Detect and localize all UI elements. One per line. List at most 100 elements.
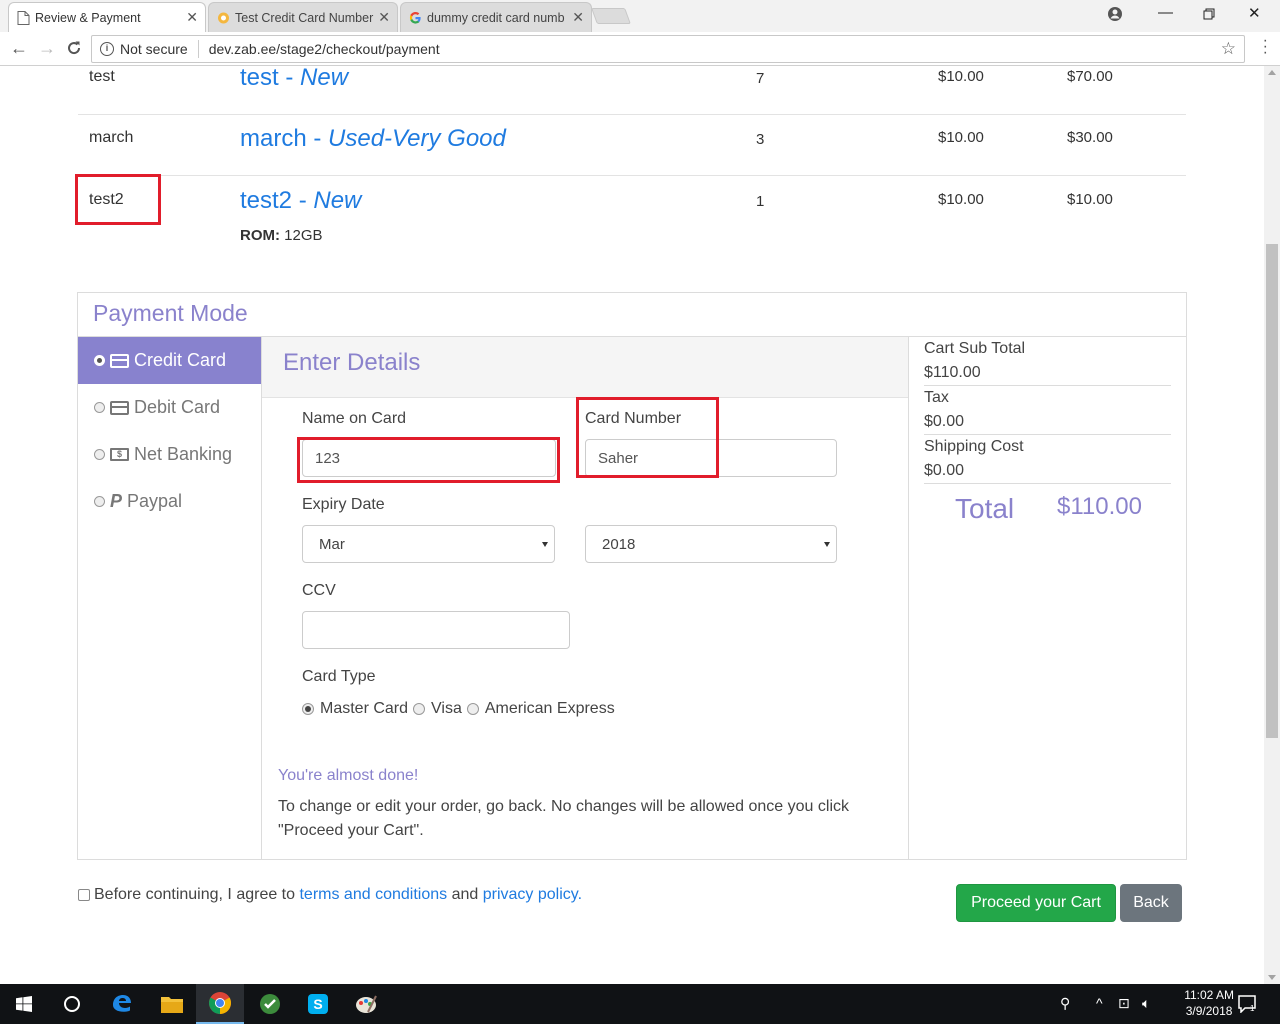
tab-google-search[interactable]: dummy credit card numb ✕ <box>400 2 592 32</box>
tax-value: $0.00 <box>924 413 965 430</box>
product-total: $70.00 <box>1067 68 1113 85</box>
expiry-month-select[interactable]: Mar <box>302 525 555 563</box>
terms-agreement: Before continuing, I agree to terms and … <box>78 886 582 904</box>
scroll-down-icon[interactable] <box>1268 975 1276 980</box>
system-clock[interactable]: 11:02 AM 3/9/2018 <box>1184 987 1234 1019</box>
expiry-year-select[interactable]: 2018 <box>585 525 837 563</box>
card-type-amex[interactable]: American Express <box>466 700 615 718</box>
product-title[interactable]: march - Used-Very Good <box>240 125 506 153</box>
card-type-master[interactable]: Master Card <box>302 700 408 718</box>
highlight-box <box>576 397 719 478</box>
payment-mode-label: Debit Card <box>134 397 221 417</box>
product-title[interactable]: test2 - New <box>240 187 361 215</box>
ccv-input[interactable] <box>302 611 570 649</box>
proceed-cart-button[interactable]: Proceed your Cart <box>956 884 1116 922</box>
highlight-box <box>75 174 161 225</box>
product-total: $10.00 <box>1067 191 1113 208</box>
address-bar[interactable]: i Not secure dev.zab.ee/stage2/checkout/… <box>91 35 1245 63</box>
subtotal-label: Cart Sub Total <box>924 340 1026 357</box>
product-qty: 7 <box>756 70 765 87</box>
radio-button[interactable] <box>466 703 479 715</box>
window-close-icon[interactable]: ✕ <box>1248 4 1261 22</box>
minimize-icon[interactable]: — <box>1158 4 1173 21</box>
url-text[interactable]: dev.zab.ee/stage2/checkout/payment <box>209 41 440 57</box>
radio-button[interactable] <box>302 703 314 715</box>
profile-icon[interactable] <box>1107 6 1123 22</box>
app-check-icon <box>260 994 280 1014</box>
skype-taskbar-item[interactable]: S <box>294 984 342 1024</box>
favicon-icon <box>218 12 229 24</box>
volume-icon[interactable]: 🔈︎ <box>1142 995 1150 1012</box>
banknote-icon: $ <box>110 448 129 461</box>
payment-panel: Payment Mode Credit Card Debit Card $ Ne… <box>77 292 1187 860</box>
radio-button[interactable] <box>94 402 105 413</box>
windows-logo-icon <box>16 996 32 1012</box>
payment-mode-net-banking[interactable]: $ Net Banking <box>78 431 261 478</box>
forward-arrow-icon[interactable]: → <box>38 38 56 59</box>
product-condition: Used-Very Good <box>328 125 506 152</box>
tax-label: Tax <box>924 389 949 406</box>
terms-link[interactable]: terms and conditions <box>299 886 447 904</box>
paint-taskbar-item[interactable] <box>342 984 390 1024</box>
radio-button[interactable] <box>94 355 105 366</box>
radio-button[interactable] <box>94 449 105 460</box>
app-taskbar-item[interactable] <box>246 984 294 1024</box>
new-tab-button[interactable] <box>591 8 631 24</box>
radio-button[interactable] <box>413 703 426 715</box>
payment-mode-debit-card[interactable]: Debit Card <box>78 384 261 431</box>
chrome-icon <box>209 992 231 1014</box>
network-icon[interactable]: ⊡ <box>1118 995 1130 1012</box>
back-button[interactable]: Back <box>1120 884 1182 922</box>
info-icon[interactable]: i <box>100 42 114 56</box>
svg-text:1: 1 <box>1250 1004 1255 1013</box>
start-button[interactable] <box>0 984 48 1024</box>
radio-button[interactable] <box>94 496 105 507</box>
card-type-label: Visa <box>431 700 462 717</box>
privacy-link[interactable]: privacy policy. <box>483 886 582 904</box>
payment-mode-credit-card[interactable]: Credit Card <box>78 337 261 384</box>
scroll-up-icon[interactable] <box>1268 70 1276 75</box>
enter-details-heading: Enter Details <box>283 349 421 376</box>
payment-mode-label: Credit Card <box>134 350 227 370</box>
page-content: test test - New 7 $10.00 $70.00 march ma… <box>0 66 1264 984</box>
card-type-options: Master Card Visa American Express <box>302 700 620 718</box>
chevron-up-icon[interactable]: ^ <box>1096 995 1103 1011</box>
shipping-row: Shipping Cost $0.00 <box>924 435 1171 484</box>
browser-tab-bar: Review & Payment ✕ Test Credit Card Numb… <box>0 0 1280 32</box>
close-icon[interactable]: ✕ <box>186 9 198 26</box>
select-value: 2018 <box>602 535 636 553</box>
subtotal-row: Cart Sub Total $110.00 <box>924 337 1171 386</box>
back-arrow-icon[interactable]: ← <box>10 38 28 59</box>
card-type-visa[interactable]: Visa <box>413 700 462 718</box>
close-icon[interactable]: ✕ <box>572 9 584 26</box>
file-explorer-taskbar-item[interactable] <box>148 984 196 1024</box>
title-separator: - <box>278 66 301 91</box>
folder-icon <box>161 997 183 1013</box>
restore-icon[interactable] <box>1203 8 1215 20</box>
page-scrollbar[interactable] <box>1264 66 1280 984</box>
title-separator: - <box>306 125 329 152</box>
product-condition: New <box>313 187 362 214</box>
total-label: Total <box>955 493 1015 524</box>
agree-checkbox[interactable] <box>78 889 90 901</box>
menu-dots-icon[interactable]: · · · <box>1263 33 1268 61</box>
edge-taskbar-item[interactable] <box>98 984 146 1024</box>
reload-icon[interactable] <box>66 40 82 56</box>
product-name: march <box>240 125 307 152</box>
tab-label: dummy credit card numb <box>427 10 565 25</box>
product-qty: 3 <box>756 131 765 148</box>
tab-test-credit-card[interactable]: Test Credit Card Number ✕ <box>208 2 398 32</box>
close-icon[interactable]: ✕ <box>378 9 390 26</box>
browser-toolbar: ← → i Not secure dev.zab.ee/stage2/check… <box>0 32 1280 66</box>
people-icon[interactable]: ⚲ <box>1060 995 1070 1012</box>
bookmark-star-icon[interactable]: ☆ <box>1221 39 1236 59</box>
notification-icon[interactable]: 1 <box>1238 995 1256 1013</box>
payment-mode-paypal[interactable]: P Paypal <box>78 478 261 525</box>
task-view-button[interactable] <box>48 984 96 1024</box>
shipping-label: Shipping Cost <box>924 438 1024 455</box>
product-title[interactable]: test - New <box>240 66 348 92</box>
scroll-thumb[interactable] <box>1266 244 1278 738</box>
tab-review-payment[interactable]: Review & Payment ✕ <box>8 2 206 32</box>
product-price: $10.00 <box>938 191 984 208</box>
chrome-taskbar-item[interactable] <box>196 984 244 1024</box>
